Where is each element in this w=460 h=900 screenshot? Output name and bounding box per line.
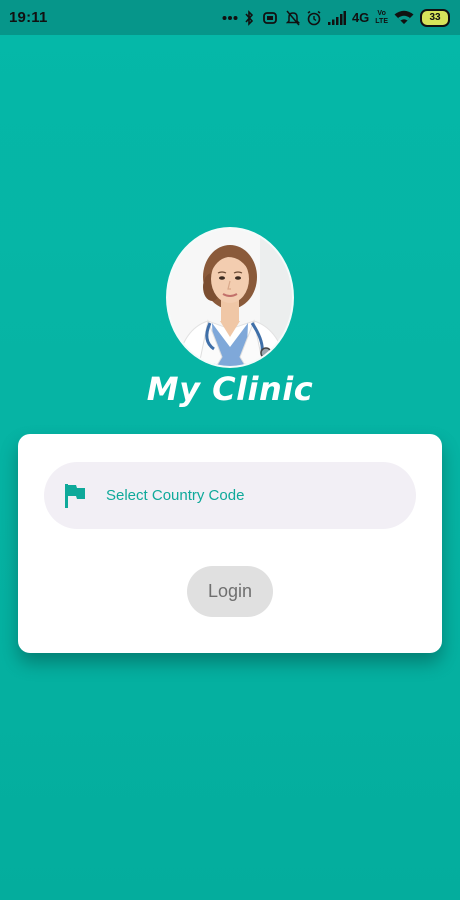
status-bar: 19:11 4G Vo LTE 33: [0, 0, 460, 35]
flag-icon: [64, 483, 86, 509]
alarm-off-icon: [285, 9, 300, 27]
status-icons: 4G Vo LTE 33: [222, 8, 450, 27]
doctor-avatar: [166, 227, 294, 368]
login-button[interactable]: Login: [187, 566, 273, 617]
more-dots-icon: [222, 9, 238, 27]
status-time: 19:11: [9, 9, 48, 26]
wifi-icon: [394, 9, 414, 27]
login-card: Select Country Code Login: [18, 434, 442, 653]
signal-icon: [327, 9, 346, 27]
vibrate-icon: [260, 9, 280, 27]
network-type: 4G: [351, 10, 370, 25]
bluetooth-icon: [244, 9, 254, 27]
country-code-select[interactable]: Select Country Code: [44, 462, 416, 529]
battery-icon: 33: [420, 8, 450, 27]
alarm-icon: [306, 9, 322, 27]
app-title: My Clinic: [146, 370, 314, 408]
country-select-label: Select Country Code: [106, 487, 245, 504]
volte-icon: Vo LTE: [375, 9, 388, 25]
